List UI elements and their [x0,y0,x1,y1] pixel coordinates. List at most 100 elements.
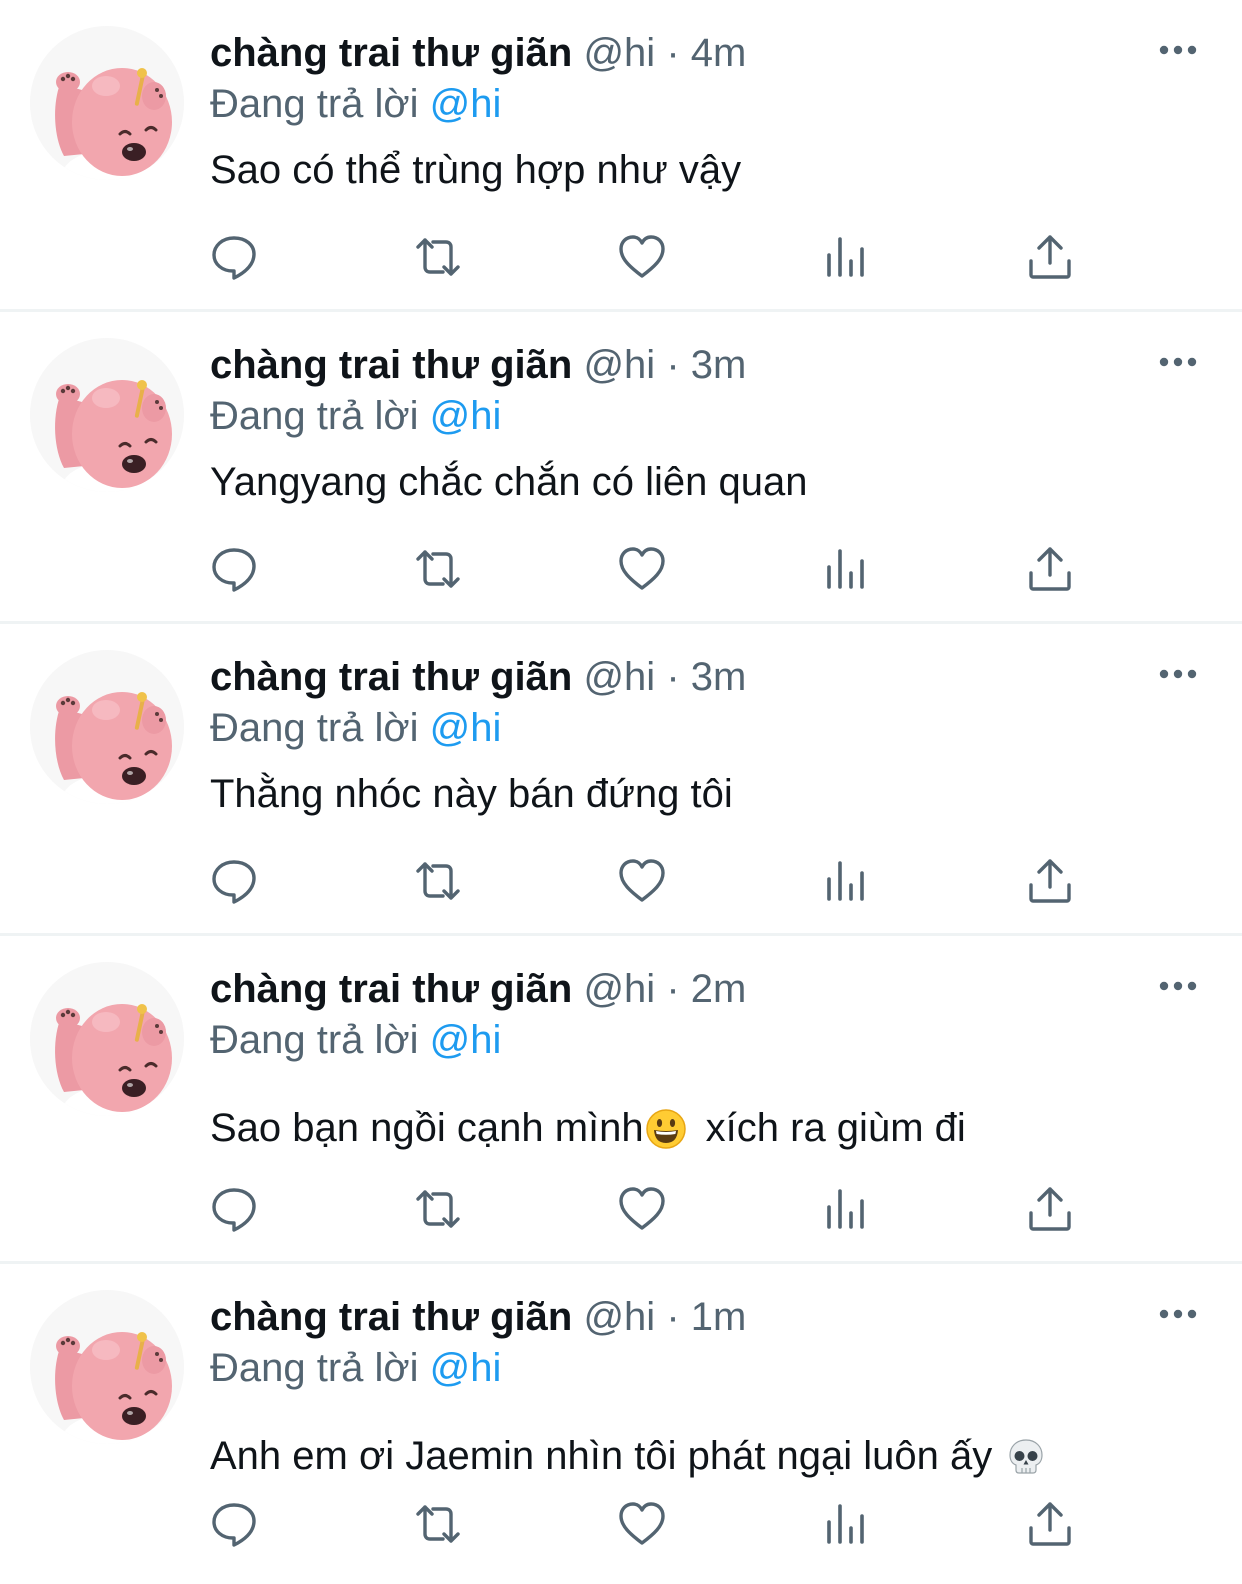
retweet-button[interactable] [412,1498,464,1550]
speech-bubble-icon [212,860,256,904]
tweet-card[interactable]: chàng trai thư giãn @hi · 3m Đang trả lờ… [0,312,1242,624]
bar-chart-icon [827,1189,864,1229]
tweet-text: Sao có thể trùng hợp như vậy [210,148,742,192]
views-button[interactable] [820,1498,872,1550]
avatar-image [30,26,184,180]
tweet-actions [208,855,1088,907]
share-button[interactable] [1024,1183,1076,1235]
avatar[interactable] [30,338,184,492]
like-button[interactable] [616,855,668,907]
more-options-button[interactable] [1156,350,1200,374]
tweet-actions [208,543,1088,595]
bar-chart-icon [827,861,864,901]
reply-prefix: Đang trả lời [210,82,419,126]
display-name[interactable]: chàng trai thư giãn [210,967,572,1011]
views-button[interactable] [820,1183,872,1235]
display-name[interactable]: chàng trai thư giãn [210,31,572,75]
tweet-card[interactable]: chàng trai thư giãn @hi · 2m Đang trả lờ… [0,936,1242,1264]
separator-dot: · [666,967,680,1011]
more-options-button[interactable] [1156,1302,1200,1326]
retweet-icon [416,1190,460,1228]
timestamp[interactable]: 4m [691,31,747,75]
tweet-content: chàng trai thư giãn @hi · 3m Đang trả lờ… [210,652,1202,820]
user-handle[interactable]: @hi [583,1295,655,1339]
timestamp[interactable]: 3m [691,655,747,699]
timestamp[interactable]: 3m [691,343,747,387]
like-button[interactable] [616,543,668,595]
tweet-header: chàng trai thư giãn @hi · 1m [210,1292,1202,1342]
retweet-button[interactable] [412,543,464,595]
reply-mention-link[interactable]: @hi [430,1018,502,1062]
reply-button[interactable] [208,1183,260,1235]
retweet-button[interactable] [412,1183,464,1235]
share-button[interactable] [1024,543,1076,595]
separator-dot: · [666,31,680,75]
retweet-button[interactable] [412,231,464,283]
reply-prefix: Đang trả lời [210,1346,419,1390]
share-upload-icon [1029,235,1071,279]
more-options-button[interactable] [1156,662,1200,686]
grinning-face-emoji [645,1109,686,1149]
display-name[interactable]: chàng trai thư giãn [210,343,572,387]
user-handle[interactable]: @hi [583,967,655,1011]
tweet-card[interactable]: chàng trai thư giãn @hi · 1m Đang trả lờ… [0,1264,1242,1576]
reply-button[interactable] [208,1498,260,1550]
reply-mention-link[interactable]: @hi [430,82,502,126]
avatar-image [30,962,184,1116]
timestamp[interactable]: 2m [691,967,747,1011]
more-options-button[interactable] [1156,974,1200,998]
reply-button[interactable] [208,543,260,595]
reply-mention-link[interactable]: @hi [430,394,502,438]
like-button[interactable] [616,1183,668,1235]
more-options-button[interactable] [1156,38,1200,62]
tweet-content: chàng trai thư giãn @hi · 2m Đang trả lờ… [210,964,1202,1154]
reply-context: Đang trả lời @hi [210,78,1202,130]
separator-dot: · [666,655,680,699]
share-button[interactable] [1024,855,1076,907]
tweet-header: chàng trai thư giãn @hi · 4m [210,28,1202,78]
retweet-button[interactable] [412,855,464,907]
user-handle[interactable]: @hi [583,31,655,75]
reply-button[interactable] [208,231,260,283]
views-button[interactable] [820,855,872,907]
speech-bubble-icon [212,236,256,280]
like-button[interactable] [616,1498,668,1550]
user-handle[interactable]: @hi [583,343,655,387]
views-button[interactable] [820,231,872,283]
more-dots-icon [1159,357,1197,367]
separator-dot: · [666,343,680,387]
reply-context: Đang trả lời @hi [210,1342,1202,1394]
avatar-image [30,1290,184,1444]
separator-dot: · [666,1295,680,1339]
like-button[interactable] [616,231,668,283]
reply-context: Đang trả lời @hi [210,1014,1202,1066]
tweet-card[interactable]: chàng trai thư giãn @hi · 4m Đang trả lờ… [0,0,1242,312]
tweet-feed: chàng trai thư giãn @hi · 4m Đang trả lờ… [0,0,1242,1576]
avatar[interactable] [30,962,184,1116]
reply-mention-link[interactable]: @hi [430,1346,502,1390]
tweet-actions [208,231,1088,283]
share-button[interactable] [1024,231,1076,283]
tweet-content: chàng trai thư giãn @hi · 1m Đang trả lờ… [210,1292,1202,1482]
skull-emoji [1009,1439,1043,1474]
tweet-text: Anh em ơi Jaemin nhìn tôi phát ngại luôn… [210,1430,1202,1482]
bar-chart-icon [827,549,864,589]
user-handle[interactable]: @hi [583,655,655,699]
avatar[interactable] [30,650,184,804]
reply-mention-link[interactable]: @hi [430,706,502,750]
display-name[interactable]: chàng trai thư giãn [210,655,572,699]
more-dots-icon [1159,981,1197,991]
timestamp[interactable]: 1m [691,1295,747,1339]
display-name[interactable]: chàng trai thư giãn [210,1295,572,1339]
avatar[interactable] [30,1290,184,1444]
share-upload-icon [1029,1187,1071,1231]
views-button[interactable] [820,543,872,595]
share-button[interactable] [1024,1498,1076,1550]
more-dots-icon [1159,45,1197,55]
retweet-icon [416,550,460,588]
avatar[interactable] [30,26,184,180]
heart-icon [619,235,665,278]
tweet-content: chàng trai thư giãn @hi · 4m Đang trả lờ… [210,28,1202,196]
tweet-card[interactable]: chàng trai thư giãn @hi · 3m Đang trả lờ… [0,624,1242,936]
reply-button[interactable] [208,855,260,907]
